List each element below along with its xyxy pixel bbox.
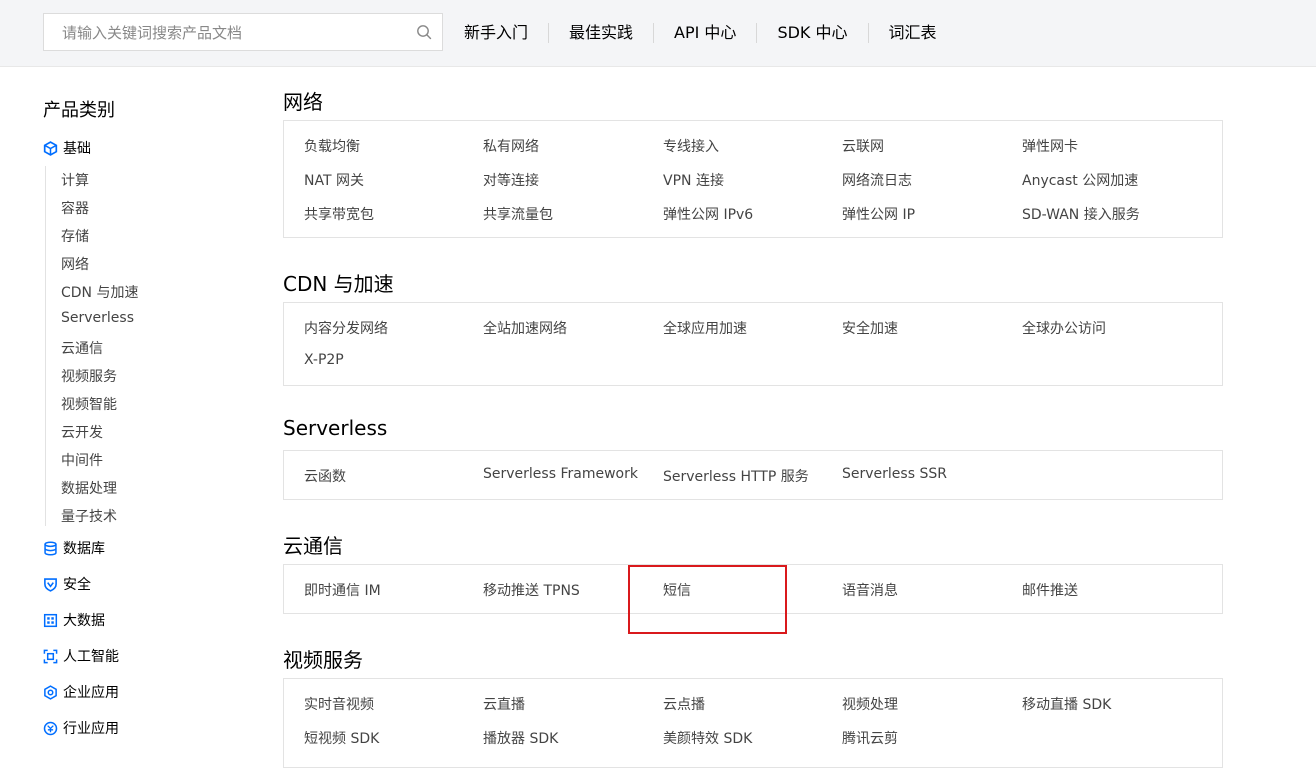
sidebar-item-cdn[interactable]: CDN 与加速	[61, 282, 138, 302]
sidebar-item-cloud-communication[interactable]: 云通信	[61, 338, 103, 358]
sidebar-category-label: 人工智能	[63, 649, 119, 665]
product-link[interactable]: SD-WAN 接入服务	[1022, 204, 1140, 224]
sidebar-category-label: 行业应用	[63, 721, 119, 737]
product-link[interactable]: 弹性网卡	[1022, 136, 1078, 156]
product-link[interactable]: 弹性公网 IPv6	[663, 204, 753, 224]
sidebar-category-security[interactable]: 安全	[43, 574, 91, 594]
search-input[interactable]	[60, 14, 404, 52]
product-link[interactable]: 对等连接	[483, 170, 539, 190]
product-link[interactable]: 共享流量包	[483, 204, 553, 224]
sidebar-item-video-service[interactable]: 视频服务	[61, 366, 117, 386]
highlight-box	[628, 565, 787, 634]
sidebar-divider	[45, 166, 46, 526]
product-link[interactable]: 移动推送 TPNS	[483, 580, 580, 600]
product-link[interactable]: Serverless HTTP 服务	[663, 466, 809, 486]
ai-icon	[43, 649, 58, 663]
sidebar-category-label: 安全	[63, 577, 91, 593]
sidebar-item-container[interactable]: 容器	[61, 198, 89, 218]
product-link[interactable]: 共享带宽包	[304, 204, 374, 224]
sidebar-category-bigdata[interactable]: 大数据	[43, 610, 105, 630]
section-title-serverless: Serverless	[283, 416, 388, 440]
nav-api-center[interactable]: API 中心	[653, 23, 756, 43]
product-link[interactable]: 云函数	[304, 466, 346, 486]
database-icon	[44, 540, 57, 556]
sidebar-category-database[interactable]: 数据库	[43, 538, 105, 558]
sidebar-category-ai[interactable]: 人工智能	[43, 646, 119, 666]
section-title-cdn: CDN 与加速	[283, 272, 394, 296]
product-link[interactable]: 视频处理	[842, 694, 898, 714]
industry-icon	[43, 721, 58, 735]
sidebar-category-label: 数据库	[63, 541, 105, 557]
section-title-network: 网络	[283, 90, 323, 114]
product-link[interactable]: Serverless SSR	[842, 466, 947, 482]
product-link[interactable]: 即时通信 IM	[304, 580, 381, 600]
sidebar-category-enterprise[interactable]: 企业应用	[43, 682, 119, 702]
product-link[interactable]: VPN 连接	[663, 170, 724, 190]
shield-icon	[44, 577, 57, 592]
product-link[interactable]: 专线接入	[663, 136, 719, 156]
search-icon[interactable]	[416, 24, 432, 40]
product-link[interactable]: 邮件推送	[1022, 580, 1078, 600]
product-link[interactable]: Serverless Framework	[483, 466, 638, 482]
product-link[interactable]: NAT 网关	[304, 170, 364, 190]
sidebar-category-label: 大数据	[63, 613, 105, 629]
nav-sdk-center[interactable]: SDK 中心	[756, 23, 867, 43]
product-link[interactable]: 网络流日志	[842, 170, 912, 190]
product-link[interactable]: 弹性公网 IP	[842, 204, 915, 224]
product-link[interactable]: 安全加速	[842, 318, 898, 338]
sidebar-item-middleware[interactable]: 中间件	[61, 450, 103, 470]
product-link[interactable]: 云联网	[842, 136, 884, 156]
product-link[interactable]: Anycast 公网加速	[1022, 170, 1138, 190]
sidebar-item-quantum[interactable]: 量子技术	[61, 506, 117, 526]
product-link[interactable]: 负载均衡	[304, 136, 360, 156]
product-link[interactable]: 移动直播 SDK	[1022, 694, 1111, 714]
section-title-cloud-communication: 云通信	[283, 534, 343, 558]
sidebar-title: 产品类别	[43, 100, 115, 121]
search-box[interactable]	[43, 13, 443, 52]
sidebar-category-basic[interactable]: 基础	[43, 138, 91, 158]
section-box-cdn	[283, 302, 1223, 386]
section-box-video-service	[283, 678, 1223, 768]
sidebar-category-label: 企业应用	[63, 685, 119, 701]
product-link[interactable]: 语音消息	[842, 580, 898, 600]
product-link[interactable]: 短视频 SDK	[304, 728, 379, 748]
top-bar: 新手入门 最佳实践 API 中心 SDK 中心 词汇表	[0, 0, 1316, 67]
enterprise-icon	[44, 684, 57, 700]
sidebar-item-video-intelligence[interactable]: 视频智能	[61, 394, 117, 414]
product-link[interactable]: 全球办公访问	[1022, 318, 1106, 338]
product-link[interactable]: 全球应用加速	[663, 318, 747, 338]
sidebar-item-data-processing[interactable]: 数据处理	[61, 478, 117, 498]
product-link[interactable]: 实时音视频	[304, 694, 374, 714]
product-link[interactable]: 腾讯云剪	[842, 728, 898, 748]
sidebar-item-network[interactable]: 网络	[61, 254, 89, 274]
product-link[interactable]: 内容分发网络	[304, 318, 388, 338]
nav-glossary[interactable]: 词汇表	[867, 23, 957, 43]
section-title-video-service: 视频服务	[283, 648, 363, 672]
product-link[interactable]: 私有网络	[483, 136, 539, 156]
sidebar-item-serverless[interactable]: Serverless	[61, 310, 134, 326]
product-link[interactable]: 云点播	[663, 694, 705, 714]
nav-best-practices[interactable]: 最佳实践	[548, 23, 653, 43]
top-nav: 新手入门 最佳实践 API 中心 SDK 中心 词汇表	[444, 0, 957, 66]
sidebar-item-cloud-dev[interactable]: 云开发	[61, 422, 103, 442]
cube-icon	[43, 140, 58, 156]
sidebar-item-compute[interactable]: 计算	[61, 170, 89, 190]
bigdata-icon	[43, 613, 58, 627]
product-link[interactable]: 云直播	[483, 694, 525, 714]
product-link[interactable]: 全站加速网络	[483, 318, 567, 338]
sidebar-category-industry[interactable]: 行业应用	[43, 718, 119, 738]
sidebar-item-storage[interactable]: 存储	[61, 226, 89, 246]
product-link[interactable]: X-P2P	[304, 352, 344, 368]
nav-getting-started[interactable]: 新手入门	[444, 23, 548, 43]
sidebar-category-label: 基础	[63, 141, 91, 157]
product-link[interactable]: 播放器 SDK	[483, 728, 558, 748]
product-link[interactable]: 美颜特效 SDK	[663, 728, 752, 748]
